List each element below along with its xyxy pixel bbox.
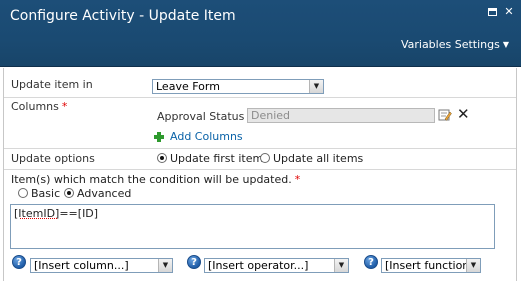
condition-label-text: Item(s) which match the condition will b…: [11, 173, 292, 186]
columns-label-text: Columns: [11, 100, 59, 113]
update-all-items-radio[interactable]: [260, 153, 270, 163]
plus-icon: [154, 132, 164, 142]
required-marker: *: [61, 100, 68, 113]
insert-column-select[interactable]: [Insert column...] ▼: [30, 258, 173, 273]
insert-column-value: [Insert column...]: [34, 259, 129, 272]
insert-operator-select[interactable]: [Insert operator...] ▼: [204, 258, 349, 273]
chevron-down-icon: ▼: [158, 259, 172, 272]
insert-operator-value: [Insert operator...]: [208, 259, 309, 272]
insert-function-select[interactable]: [Insert function... ▼: [381, 258, 481, 273]
required-marker: *: [294, 173, 301, 186]
add-columns-link[interactable]: Add Columns: [170, 130, 243, 143]
help-icon[interactable]: ?: [187, 255, 201, 269]
approval-status-value[interactable]: Denied: [247, 108, 435, 123]
update-all-items-option[interactable]: Update all items: [260, 152, 363, 165]
condition-label: Item(s) which match the condition will b…: [11, 173, 300, 186]
dialog-title: Configure Activity - Update Item: [10, 8, 236, 24]
advanced-radio[interactable]: [64, 188, 74, 198]
maximize-icon[interactable]: [487, 6, 499, 18]
variables-settings-label: Variables Settings: [400, 38, 500, 51]
close-icon[interactable]: ✕: [503, 6, 515, 18]
condition-expression-input[interactable]: [ItemID]==[ID]: [10, 204, 495, 249]
delete-icon[interactable]: ✕: [457, 107, 470, 122]
advanced-label: Advanced: [77, 187, 132, 200]
update-options-row: Update options Update first item Update …: [4, 149, 516, 170]
approval-status-label: Approval Status: [157, 110, 245, 123]
update-first-item-label: Update first item: [170, 152, 264, 165]
spellcheck-underline: [20, 218, 57, 219]
update-item-in-row: Update item in Leave Form ▼: [4, 74, 516, 98]
update-options-label: Update options: [11, 152, 95, 165]
update-item-in-value: Leave Form: [156, 80, 220, 93]
help-icon[interactable]: ?: [12, 255, 26, 269]
basic-radio[interactable]: [18, 188, 28, 198]
update-first-item-option[interactable]: Update first item: [157, 152, 263, 165]
basic-option[interactable]: Basic: [18, 187, 60, 200]
chevron-down-icon: ▼: [309, 80, 323, 93]
chevron-down-icon: ▼: [466, 259, 480, 272]
update-item-in-select[interactable]: Leave Form ▼: [152, 79, 324, 94]
basic-label: Basic: [31, 187, 61, 200]
advanced-option[interactable]: Advanced: [64, 187, 131, 200]
edit-icon[interactable]: [438, 108, 452, 122]
variables-settings-menu[interactable]: Variables Settings ▼: [401, 38, 509, 51]
update-all-items-label: Update all items: [273, 152, 364, 165]
help-icon[interactable]: ?: [364, 255, 378, 269]
columns-label: Columns *: [11, 100, 67, 113]
columns-row: Columns * Approval Status Denied ✕ Add Co…: [4, 98, 516, 149]
update-first-item-radio[interactable]: [157, 153, 167, 163]
chevron-down-icon: ▼: [334, 259, 348, 272]
dialog-titlebar: Configure Activity - Update Item ✕ Varia…: [0, 0, 521, 67]
update-item-in-label: Update item in: [11, 78, 93, 91]
chevron-down-icon: ▼: [502, 40, 509, 49]
